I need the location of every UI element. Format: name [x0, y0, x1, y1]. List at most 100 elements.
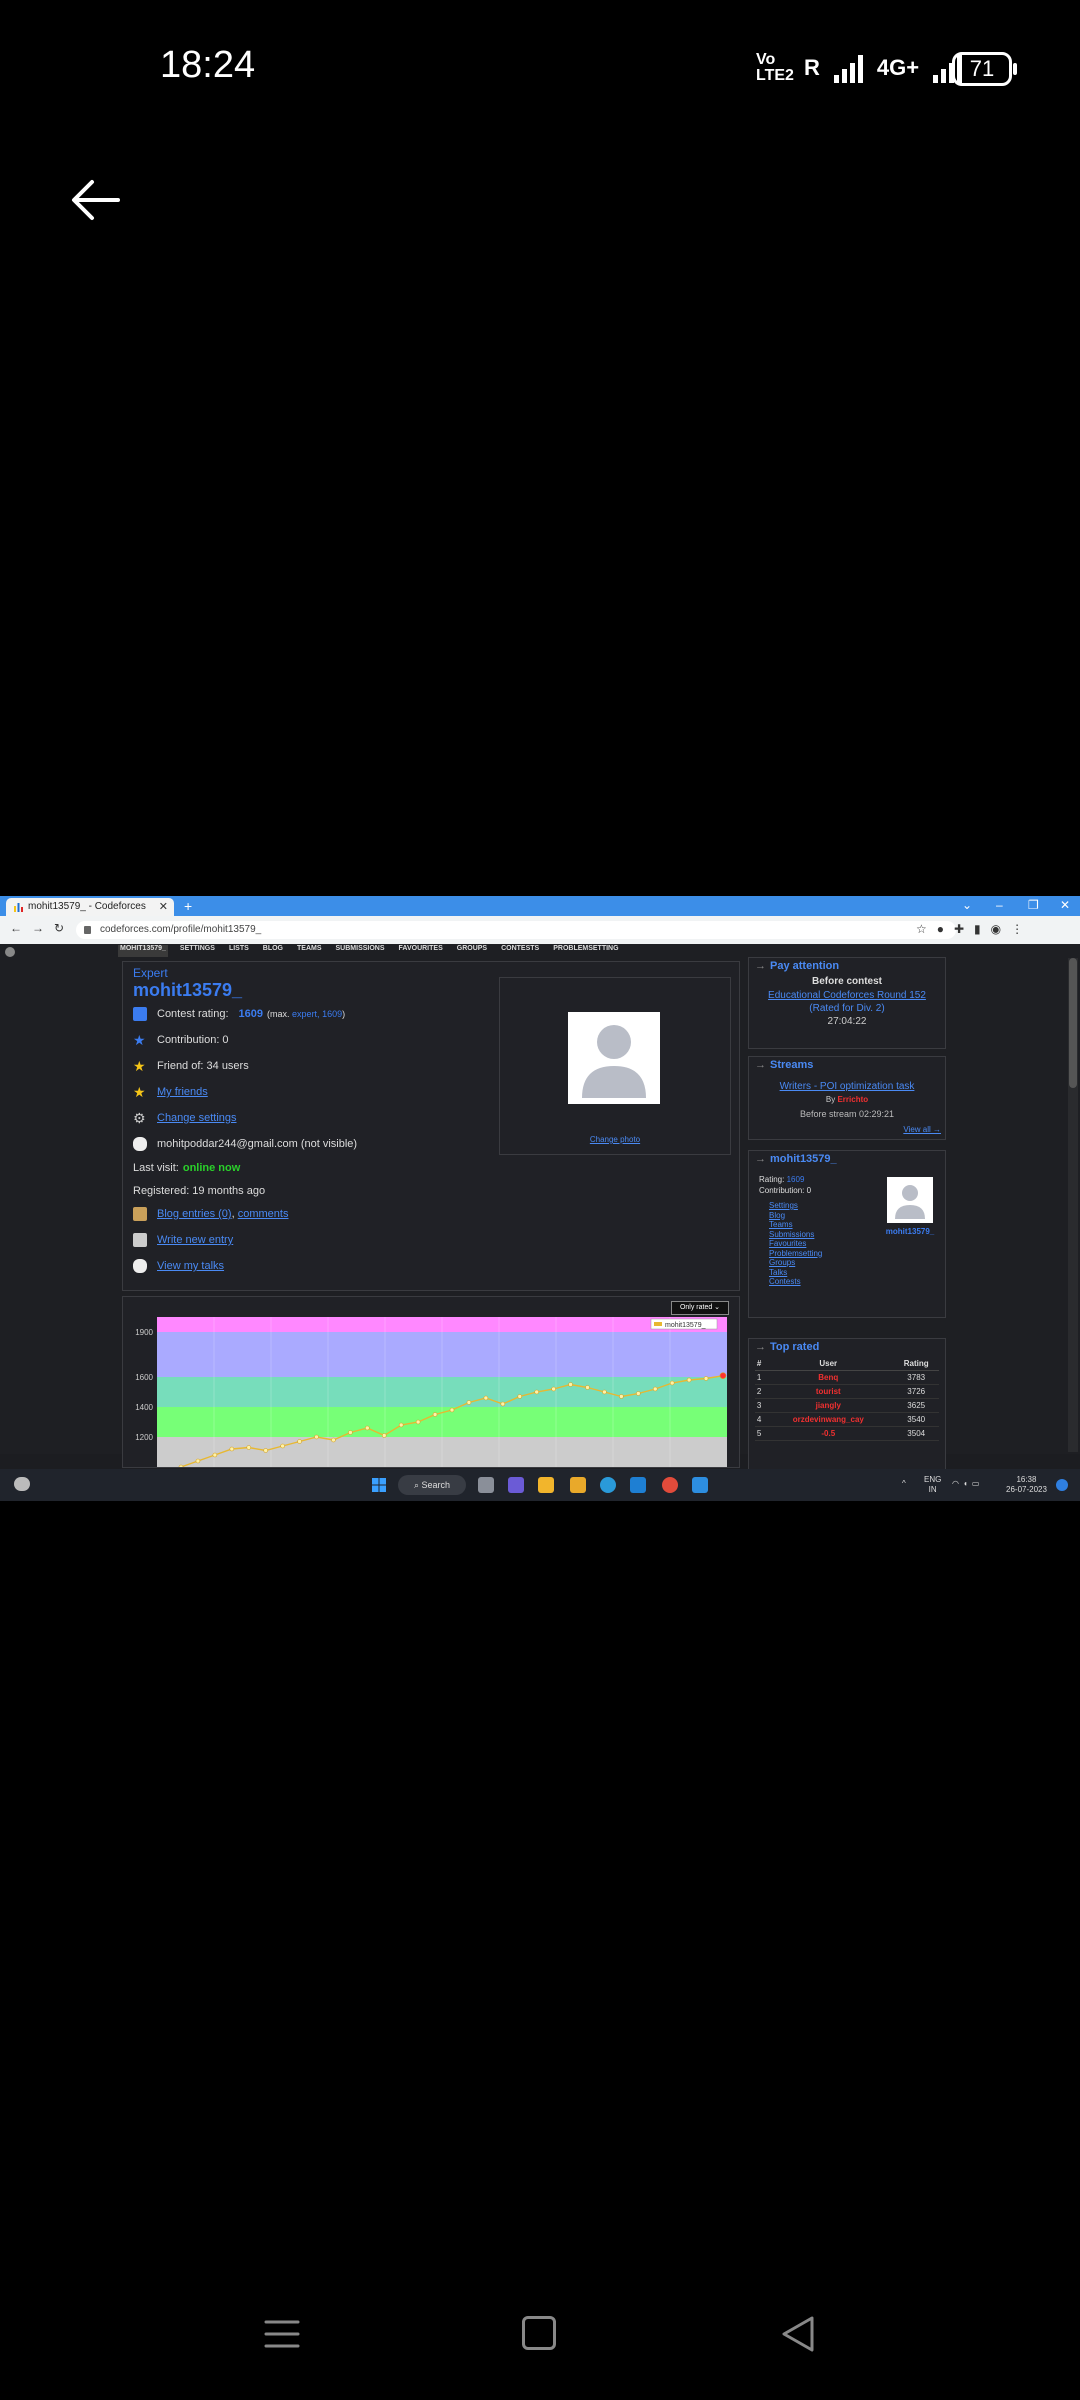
- user-link[interactable]: Benq: [763, 1370, 894, 1385]
- back-arrow-icon[interactable]: [66, 170, 126, 230]
- rating-point[interactable]: [619, 1394, 624, 1399]
- contest-link[interactable]: Educational Codeforces Round 152: [749, 990, 945, 1001]
- nav-buttons[interactable]: ←→↻: [10, 921, 74, 935]
- url-bar[interactable]: codeforces.com/profile/mohit13579_: [76, 921, 956, 939]
- menu-item-groups[interactable]: GROUPS: [455, 945, 489, 957]
- chevron-down-icon[interactable]: ⌄: [962, 898, 972, 912]
- nav-back-icon[interactable]: [780, 2314, 816, 2354]
- rating-point[interactable]: [534, 1389, 539, 1395]
- mail-icon[interactable]: [630, 1477, 646, 1493]
- rating-point[interactable]: [686, 1377, 692, 1383]
- rating-point[interactable]: [280, 1443, 285, 1449]
- new-tab-icon[interactable]: +: [184, 898, 192, 914]
- rating-point[interactable]: [263, 1448, 268, 1453]
- weather-icon[interactable]: [14, 1477, 30, 1491]
- my-friends-link[interactable]: My friends: [157, 1086, 208, 1098]
- change-settings-link[interactable]: Change settings: [157, 1112, 237, 1124]
- menu-item-contests[interactable]: CONTESTS: [499, 945, 541, 957]
- stream-link[interactable]: Writers - POI optimization task: [749, 1081, 945, 1092]
- rating-point[interactable]: [669, 1380, 675, 1386]
- link-submissions[interactable]: Submissions: [769, 1230, 822, 1240]
- chevron-up-icon[interactable]: ^: [902, 1479, 906, 1489]
- taskbar-clock[interactable]: 16:38 26-07-2023: [1006, 1475, 1047, 1495]
- rating-point[interactable]: [703, 1376, 709, 1381]
- rating-point[interactable]: [585, 1385, 590, 1390]
- chat-icon[interactable]: [508, 1477, 524, 1493]
- link-teams[interactable]: Teams: [769, 1220, 822, 1230]
- only-rated-dropdown[interactable]: Only rated ⌄: [671, 1301, 729, 1315]
- link-groups[interactable]: Groups: [769, 1258, 822, 1268]
- rating-point[interactable]: [483, 1395, 489, 1401]
- notification-icon[interactable]: [1056, 1479, 1068, 1491]
- rating-point[interactable]: [568, 1382, 573, 1387]
- rating-point[interactable]: [432, 1412, 438, 1417]
- view-talks-link[interactable]: View my talks: [157, 1260, 224, 1272]
- restore-icon[interactable]: ❐: [1028, 898, 1039, 912]
- rating-point[interactable]: [517, 1394, 523, 1399]
- rating-point[interactable]: [297, 1439, 302, 1444]
- rating-point[interactable]: [365, 1425, 370, 1431]
- rating-point[interactable]: [500, 1401, 506, 1407]
- rating-point[interactable]: [652, 1386, 658, 1392]
- rating-point[interactable]: [398, 1422, 404, 1428]
- close-tab-icon[interactable]: ✕: [159, 898, 168, 916]
- task-view-icon[interactable]: [478, 1477, 494, 1493]
- rating-point[interactable]: [449, 1407, 455, 1413]
- page-scrollbar[interactable]: [1068, 958, 1078, 1452]
- store-icon[interactable]: [570, 1477, 586, 1493]
- home-icon[interactable]: [522, 2316, 556, 2350]
- edge-icon[interactable]: [600, 1477, 616, 1493]
- language-indicator[interactable]: ENG IN: [924, 1475, 941, 1495]
- rating-point[interactable]: [195, 1458, 201, 1464]
- view-all-streams-link[interactable]: View all →: [903, 1125, 941, 1134]
- link-settings[interactable]: Settings: [769, 1201, 822, 1211]
- wifi-volume-battery-icons[interactable]: ◠◖▭: [952, 1479, 983, 1489]
- browser-tab[interactable]: mohit13579_ - Codeforces ✕: [6, 898, 174, 916]
- menu-item-lists[interactable]: LISTS: [227, 945, 251, 957]
- menu-item-submissions[interactable]: SUBMISSIONS: [334, 945, 387, 957]
- menu-item-favourites[interactable]: FAVOURITES: [397, 945, 445, 957]
- link-talks[interactable]: Talks: [769, 1268, 822, 1278]
- link-problemsetting[interactable]: Problemsetting: [769, 1249, 822, 1259]
- rating-point[interactable]: [229, 1446, 235, 1452]
- scrollbar-thumb[interactable]: [1069, 958, 1077, 1088]
- rating-point[interactable]: [636, 1391, 641, 1396]
- rating-point[interactable]: [415, 1419, 421, 1425]
- menu-item-problemsetting[interactable]: PROBLEMSETTING: [551, 945, 620, 957]
- rating-point[interactable]: [246, 1445, 252, 1450]
- user-link[interactable]: -0.5: [763, 1426, 894, 1441]
- link-favourites[interactable]: Favourites: [769, 1239, 822, 1249]
- windows-start-icon[interactable]: [372, 1478, 386, 1492]
- write-entry-link[interactable]: Write new entry: [157, 1234, 233, 1246]
- rating-point[interactable]: [348, 1430, 353, 1435]
- recent-apps-icon[interactable]: [264, 2316, 300, 2352]
- rating-point[interactable]: [381, 1433, 387, 1438]
- taskbar-search[interactable]: ⌕ Search: [398, 1475, 466, 1495]
- menu-item-settings[interactable]: SETTINGS: [178, 945, 217, 957]
- rating-point[interactable]: [719, 1372, 727, 1379]
- rating-point[interactable]: [331, 1437, 336, 1443]
- close-window-icon[interactable]: ✕: [1060, 898, 1070, 912]
- comments-link[interactable]: comments: [238, 1208, 289, 1220]
- extension-icons[interactable]: ☆●✚▮◉⋮: [916, 922, 1033, 936]
- user-link[interactable]: jiangly: [763, 1398, 894, 1413]
- rating-point[interactable]: [212, 1452, 218, 1458]
- vscode-icon[interactable]: [692, 1477, 708, 1493]
- rating-point[interactable]: [602, 1389, 607, 1395]
- rating-point[interactable]: [551, 1386, 556, 1392]
- user-link[interactable]: orzdevinwang_cay: [763, 1412, 894, 1427]
- chrome-icon[interactable]: [662, 1477, 678, 1493]
- rating-point[interactable]: [178, 1464, 184, 1467]
- settings-circle-icon[interactable]: [5, 947, 15, 957]
- menu-item-teams[interactable]: TEAMS: [295, 945, 324, 957]
- link-blog[interactable]: Blog: [769, 1211, 822, 1221]
- rating-point[interactable]: [314, 1434, 319, 1440]
- change-photo-link[interactable]: Change photo: [500, 1135, 730, 1144]
- rating-point[interactable]: [466, 1400, 472, 1405]
- menu-item-blog[interactable]: BLOG: [261, 945, 285, 957]
- menu-item-handle[interactable]: MOHIT13579_: [118, 945, 168, 957]
- minimize-icon[interactable]: –: [996, 898, 1003, 912]
- user-link[interactable]: tourist: [763, 1384, 894, 1399]
- user-box-avatar[interactable]: [887, 1177, 933, 1223]
- link-contests[interactable]: Contests: [769, 1277, 822, 1287]
